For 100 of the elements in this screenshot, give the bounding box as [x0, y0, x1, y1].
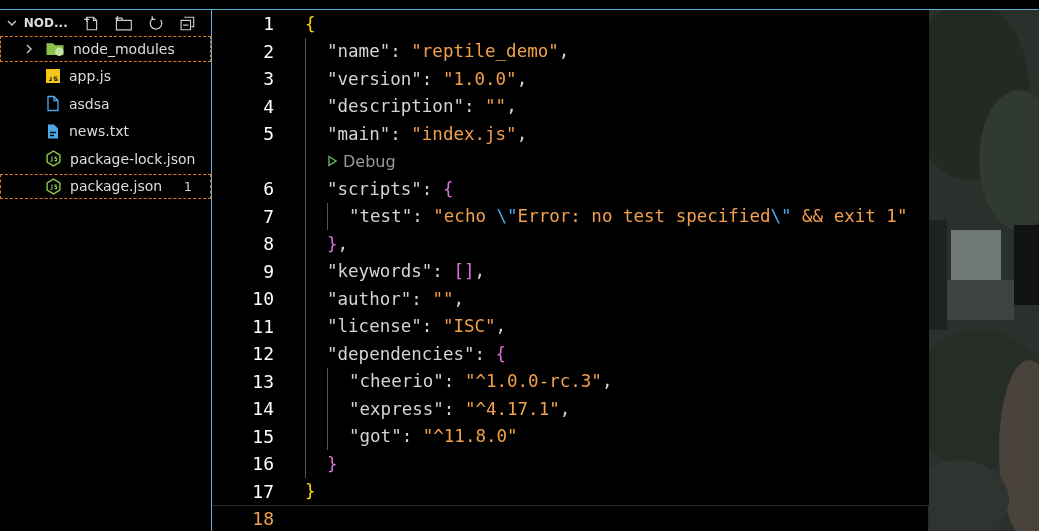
code-token: :: [443, 398, 456, 419]
problem-count: 1: [183, 178, 192, 194]
code-token: "name": [327, 41, 391, 62]
folder-title: NOD...: [23, 16, 69, 30]
code-token: :: [412, 206, 424, 227]
file-item[interactable]: node_modules: [0, 36, 211, 62]
code-token: ,: [495, 316, 507, 337]
code-token: "got": [349, 426, 402, 447]
file-item[interactable]: asdsa: [0, 91, 211, 117]
file-name: asdsa: [69, 95, 110, 112]
code-token: :: [474, 343, 487, 364]
line-number: 13: [251, 370, 274, 392]
code-token: "keywords": [327, 261, 433, 282]
play-icon[interactable]: [327, 155, 338, 168]
code-token: && exit 1": [801, 206, 908, 227]
code-token: "license": [327, 316, 422, 337]
file-name: node_modules: [73, 40, 175, 57]
code-token: "main": [327, 123, 391, 144]
refresh-icon[interactable]: [147, 14, 165, 32]
code-token: "^4.17.1": [464, 398, 560, 419]
code-token: }: [305, 481, 316, 502]
file-item[interactable]: package-lock.json: [0, 146, 211, 172]
code-token: "version": [327, 68, 422, 89]
code-token: ,: [558, 41, 570, 62]
line-number: 11: [251, 315, 274, 337]
code-token: \": [496, 206, 518, 227]
code-token: Error: no test specified: [517, 206, 771, 227]
file-item[interactable]: app.js: [0, 63, 211, 89]
code-token: "1.0.0": [442, 68, 517, 89]
code-token: ,: [559, 398, 571, 419]
line-number: 7: [262, 205, 274, 227]
code-token: :: [432, 261, 444, 282]
code-token: ,: [516, 123, 528, 144]
code-token: {: [305, 13, 316, 34]
code-token: ,: [453, 288, 464, 309]
hexagon-js-icon: [45, 150, 62, 168]
code-token: "test": [349, 206, 413, 227]
code-token: {: [495, 343, 507, 364]
js-file-icon: [45, 68, 61, 85]
code-token: :: [390, 123, 402, 144]
new-folder-icon[interactable]: [114, 14, 133, 32]
line-number: 14: [251, 398, 274, 420]
code-token: ,: [516, 68, 528, 89]
line-number: 4: [262, 95, 274, 117]
file-name: package.json: [70, 178, 163, 195]
file-item[interactable]: package.json 1: [0, 173, 211, 199]
code-token: "description": [327, 96, 464, 117]
line-number: 8: [262, 233, 274, 255]
code-token: ,: [474, 261, 486, 282]
code-token: "reptile_demo": [411, 41, 559, 62]
code-token: "scripts": [327, 178, 422, 199]
line-number: 15: [251, 425, 274, 447]
debug-link[interactable]: Debug: [327, 151, 396, 171]
code-token: []: [453, 261, 475, 282]
code-token: \": [770, 206, 792, 227]
code-token: "echo: [433, 206, 487, 227]
code-token: "": [485, 96, 507, 117]
code-token: "": [432, 288, 454, 309]
code-token: :: [463, 96, 476, 117]
line-number: 1: [262, 13, 274, 35]
code-token: :: [401, 426, 414, 447]
code-token: "author": [327, 288, 412, 309]
code-token: }: [327, 233, 338, 254]
file-icon: [45, 95, 61, 113]
code-token: :: [421, 68, 434, 89]
text-file-icon: [45, 122, 61, 140]
file-item[interactable]: news.txt: [0, 118, 211, 144]
code-token: :: [411, 288, 423, 309]
line-number: 5: [262, 123, 274, 145]
hexagon-js-icon: [45, 177, 62, 195]
code-token: }: [327, 453, 338, 474]
code-token: "^1.0.0-rc.3": [464, 371, 602, 392]
line-number: 18: [251, 508, 274, 530]
line-number: 2: [262, 40, 274, 62]
code-token: ,: [601, 371, 613, 392]
code-token: {: [442, 178, 454, 199]
code-token: "cheerio": [349, 371, 444, 392]
line-number: 16: [251, 453, 274, 475]
file-name: package-lock.json: [70, 150, 196, 167]
code-token: "^11.8.0": [422, 426, 518, 447]
code-token: :: [443, 371, 456, 392]
file-name: app.js: [69, 68, 111, 85]
file-name: news.txt: [69, 123, 129, 140]
code-token: "index.js": [411, 123, 517, 144]
collapse-all-icon[interactable]: [179, 14, 197, 32]
line-number: 6: [262, 178, 274, 200]
code-token: ,: [337, 233, 349, 254]
code-token: "dependencies": [327, 343, 475, 364]
code-token: "express": [349, 398, 444, 419]
line-number: 12: [251, 343, 274, 365]
code-token: "ISC": [442, 316, 496, 337]
folder-icon: [45, 40, 65, 58]
code-token: :: [390, 41, 402, 62]
line-number: 17: [251, 480, 274, 502]
code-token: :: [421, 316, 434, 337]
code-token: :: [421, 178, 434, 199]
code-token: ,: [506, 96, 517, 117]
line-number: 10: [251, 288, 274, 310]
line-number: 3: [262, 68, 274, 90]
new-file-icon[interactable]: [83, 14, 100, 32]
